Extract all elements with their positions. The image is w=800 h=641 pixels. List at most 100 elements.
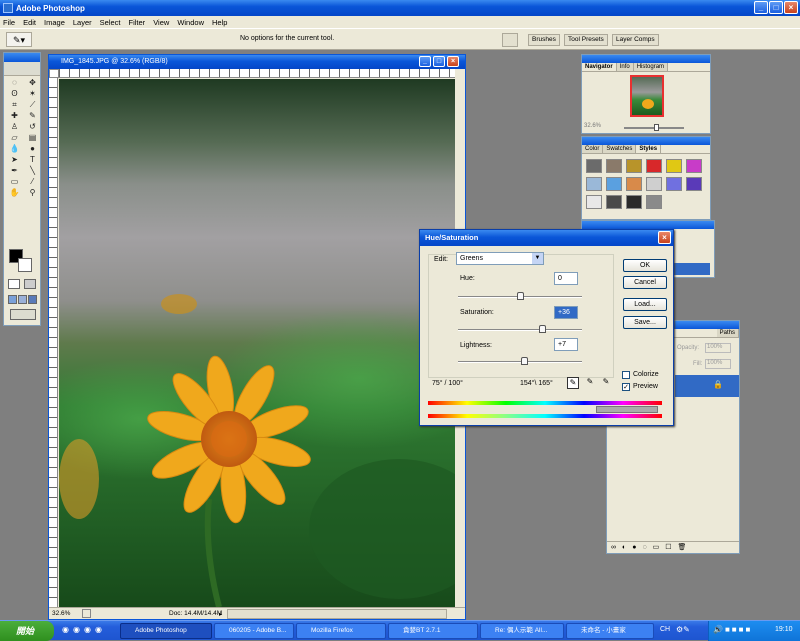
colorize-checkbox[interactable] [622,371,630,379]
preview-label[interactable]: Preview [633,383,658,390]
hue-range-selector[interactable] [596,406,658,413]
healing-brush-icon[interactable]: ✚ [6,111,23,121]
notes-tool-icon[interactable]: ▭ [6,177,23,187]
well-brushes[interactable]: Brushes [528,34,560,46]
close-button[interactable]: × [784,1,798,14]
style-swatch[interactable] [646,159,662,173]
zoom-level[interactable]: 32.6% [52,610,70,617]
lasso-tool-icon[interactable]: ʘ [6,89,23,99]
standard-mode-icon[interactable] [8,279,20,289]
tab-paths[interactable]: Paths [716,329,739,337]
style-swatch[interactable] [586,159,602,173]
start-button[interactable]: 開始 [0,621,54,641]
pen-tool-icon[interactable]: ✒ [6,166,23,176]
style-swatch[interactable] [646,195,662,209]
adobe-feather-icon[interactable] [4,62,40,76]
move-tool-icon[interactable]: ✥ [24,78,41,88]
menu-file[interactable]: File [3,18,15,27]
layer-row-background[interactable]: 🔒 [675,375,739,397]
tab-styles[interactable]: Styles [636,145,662,153]
tool-preset-picker[interactable]: ✎▾ [6,32,32,47]
task-adobe-photoshop[interactable]: Adobe Photoshop [120,623,212,639]
menu-select[interactable]: Select [100,18,121,27]
eyedropper-tool-icon[interactable]: ⁄ [24,177,41,187]
path-select-icon[interactable]: ➤ [6,155,23,165]
hand-tool-icon[interactable]: ✋ [6,188,23,198]
navigator-zoom[interactable]: 32.6% [584,123,601,129]
zoom-tool-icon[interactable]: ⚲ [24,188,41,198]
line-tool-icon[interactable]: ╲ [24,166,41,176]
saturation-slider-thumb[interactable] [539,325,547,333]
tab-histogram[interactable]: Histogram [633,63,669,71]
brush-tool-icon[interactable]: ✎ [24,111,41,121]
type-tool-icon[interactable]: T [24,155,41,165]
dodge-tool-icon[interactable]: ● [24,144,41,154]
task-adobe-bridge[interactable]: 060205 - Adobe B... [214,623,294,639]
style-swatch[interactable] [686,159,702,173]
slice-tool-icon[interactable]: ⟋ [24,100,41,110]
colorize-label[interactable]: Colorize [633,371,659,378]
clone-stamp-icon[interactable]: ♙ [6,122,23,132]
task-paint[interactable]: 未命名 - 小畫家 [566,623,654,639]
history-selected-state[interactable] [672,263,710,275]
clock[interactable]: 19:10 [775,626,793,633]
menu-filter[interactable]: Filter [129,18,146,27]
image-canvas[interactable] [59,79,455,607]
style-swatch[interactable] [626,195,642,209]
navigator-zoom-thumb[interactable] [654,124,659,131]
language-indicator[interactable]: CH [660,626,670,633]
tab-info[interactable]: Info [616,63,634,71]
background-color-swatch[interactable] [18,258,32,272]
opacity-field[interactable]: 100% [705,343,731,353]
chevron-down-icon[interactable]: ▼ [532,253,543,264]
preview-checkbox[interactable]: ✓ [622,383,630,391]
menu-help[interactable]: Help [212,18,227,27]
lightness-slider-thumb[interactable] [520,357,528,365]
well-layer-comps[interactable]: Layer Comps [612,34,659,46]
ok-button[interactable]: OK [623,259,667,272]
horizontal-ruler[interactable] [59,69,455,78]
horizontal-scrollbar[interactable] [227,609,447,619]
ruler-origin[interactable] [49,69,59,78]
jump-to-imageready-icon[interactable] [10,309,36,320]
style-swatch[interactable] [646,177,662,191]
menu-window[interactable]: Window [177,18,204,27]
navigator-title-bar[interactable] [582,55,710,63]
minimize-button[interactable]: _ [754,1,768,14]
cancel-button[interactable]: Cancel [623,276,667,289]
well-tool-presets[interactable]: Tool Presets [564,34,608,46]
magic-wand-icon[interactable]: ✶ [24,89,41,99]
quick-launch-icons[interactable]: ◉◉◉◉ [62,625,106,634]
eyedropper-icon[interactable]: ✎ [567,377,579,389]
style-swatch[interactable] [606,195,622,209]
eyedropper-minus-icon[interactable]: ✎ [600,377,612,389]
tab-navigator[interactable]: Navigator [582,63,617,71]
tab-swatches[interactable]: Swatches [603,145,637,153]
language-bar-icons[interactable]: ⚙✎ [676,625,690,634]
history-title-bar[interactable] [582,221,714,229]
history-brush-icon[interactable]: ↺ [24,122,41,132]
tray-icons[interactable]: 🔊■■■■ [713,625,752,634]
doc-minimize-button[interactable]: _ [419,56,431,67]
status-menu-icon[interactable] [82,609,91,618]
tab-color[interactable]: Color [582,145,604,153]
layers-footer-icons[interactable]: ∞◐●◌▭☐🗑 [607,541,739,553]
menu-image[interactable]: Image [44,18,65,27]
task-bt[interactable]: 貪婪BT 2.7.1 [388,623,478,639]
save-button[interactable]: Save... [623,316,667,329]
navigator-thumbnail[interactable] [630,75,664,117]
menu-edit[interactable]: Edit [23,18,36,27]
style-swatch[interactable] [626,159,642,173]
screen-mode-2-icon[interactable] [18,295,27,304]
dialog-title[interactable]: Hue/Saturation [420,230,673,246]
maximize-button[interactable]: □ [769,1,783,14]
blur-tool-icon[interactable]: 💧 [6,144,23,154]
vertical-ruler[interactable] [49,78,58,608]
style-swatch[interactable] [686,177,702,191]
style-swatch[interactable] [666,177,682,191]
quick-mask-icon[interactable] [24,279,36,289]
screen-mode-1-icon[interactable] [8,295,17,304]
screen-mode-3-icon[interactable] [28,295,37,304]
styles-title-bar[interactable] [582,137,710,145]
eyedropper-plus-icon[interactable]: ✎ [584,377,596,389]
